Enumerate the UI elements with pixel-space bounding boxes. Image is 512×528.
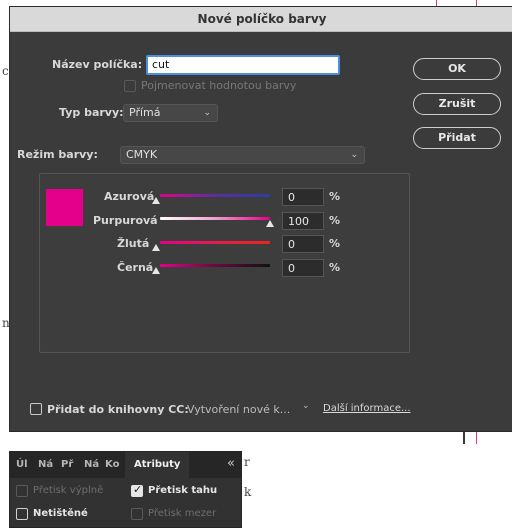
black-slider-thumb[interactable] [152,267,160,274]
yellow-percent: % [329,237,341,250]
swatch-name-label: Název políčka: [52,58,143,71]
overprint-stroke-checkbox[interactable] [131,483,143,497]
guide-line [476,430,477,444]
cyan-slider-track[interactable] [160,194,270,197]
text-cursor-mark [463,430,465,444]
background-text: k [244,485,252,499]
yellow-label: Žlutá [117,237,150,250]
color-mode-value: CMYK [126,148,158,161]
yellow-slider-thumb[interactable] [152,244,160,251]
ok-button[interactable]: OK [413,58,501,80]
tab-attributes[interactable]: Atributy [125,452,190,478]
magenta-percent: % [329,214,341,227]
chevron-down-icon[interactable]: ⌄ [302,401,310,411]
nonprinting-checkbox[interactable] [16,508,28,520]
cancel-button[interactable]: Zrušit [413,93,501,115]
color-mixer-panel [39,173,410,353]
black-value-field[interactable]: 0 [282,259,324,277]
color-type-value: Přímá [129,106,161,119]
overprint-fill-label: Přetisk výplně [33,485,104,496]
yellow-value-field[interactable]: 0 [282,235,324,253]
cyan-slider-thumb[interactable] [152,197,160,204]
name-by-value-checkbox[interactable] [124,80,136,92]
library-select-value[interactable]: Vytvoření nové k... [187,403,290,416]
tab-pages[interactable]: Úl [16,452,28,478]
nonprinting-label: Netištěné [33,508,88,519]
background-text: c [2,64,9,78]
color-mode-label: Režim barvy: [17,148,98,161]
name-by-value-label: Pojmenovat hodnotou barvy [141,79,297,92]
dialog-title: Nové políčko barvy [10,7,512,32]
magenta-slider-thumb[interactable] [266,220,274,227]
add-button[interactable]: Přidat [413,127,501,149]
tab-ná-1[interactable]: Ná [38,452,53,478]
color-type-label: Typ barvy: [59,106,124,119]
new-swatch-dialog: Nové políčko barvy Název políčka: cut Po… [9,6,512,432]
magenta-label: Purpurová [93,214,158,227]
chevron-down-icon: ⌄ [203,108,211,118]
overprint-stroke-label: Přetisk tahu [148,485,218,496]
color-preview-swatch [46,189,83,226]
background-text: r [244,455,250,469]
cyan-value-field[interactable]: 0 [282,188,324,206]
magenta-value-field[interactable]: 100 [282,212,324,230]
cyan-label: Azurová [104,190,155,203]
color-mode-select[interactable]: CMYK ⌄ [120,146,365,164]
color-type-select[interactable]: Přímá ⌄ [123,104,218,122]
yellow-slider-track[interactable] [160,241,270,244]
panel-tabs: Úl Ná Př Ná Ko Atributy « [10,452,241,478]
overprint-gap-label: Přetisk mezer [148,508,217,519]
magenta-slider-track[interactable] [160,217,270,220]
black-slider-track[interactable] [160,264,270,267]
add-to-library-label: Přidat do knihovny CC: [47,403,189,416]
black-percent: % [329,261,341,274]
collapse-panel-icon[interactable]: « [227,452,235,476]
tab-ná-2[interactable]: Ná [84,452,99,478]
attributes-panel: Úl Ná Př Ná Ko Atributy « Přetisk výplně… [9,451,242,528]
tab-př[interactable]: Př [61,452,73,478]
tab-ko[interactable]: Ko [105,452,119,478]
overprint-gap-checkbox[interactable] [131,508,143,520]
chevron-down-icon: ⌄ [350,150,358,160]
more-info-link[interactable]: Další informace... [323,403,411,414]
swatch-name-input[interactable]: cut [146,55,340,75]
cyan-percent: % [329,190,341,203]
black-label: Černá [117,261,154,274]
add-to-library-checkbox[interactable] [30,403,42,415]
overprint-fill-checkbox[interactable] [16,485,28,497]
